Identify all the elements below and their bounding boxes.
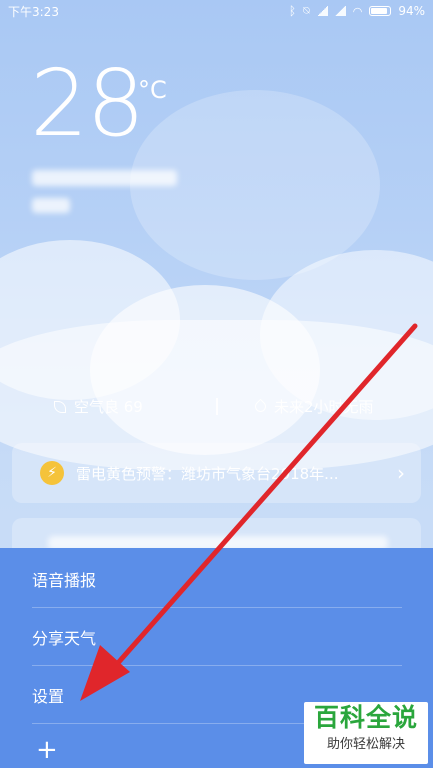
watermark-title: 百科全说 [313, 703, 418, 732]
blurred-location-text [32, 170, 177, 186]
lightning-icon: ⚡ [40, 461, 64, 485]
battery-percent: 94% [398, 4, 425, 18]
menu-item-voice-broadcast[interactable]: 语音播报 [32, 550, 402, 608]
menu-item-label: 分享天气 [32, 628, 97, 648]
status-time: 下午3:23 [8, 4, 59, 19]
wifi-icon: ◠ [352, 4, 363, 18]
bluetooth-icon: ᛒ [288, 4, 297, 18]
battery-icon [369, 6, 392, 16]
rain-forecast-text: 未来2小时无雨 [274, 398, 374, 416]
signal-icon [316, 6, 328, 16]
air-quality-text: 空气良 69 [74, 398, 143, 416]
temperature-unit: °C [138, 76, 167, 104]
menu-item-label: 语音播报 [32, 570, 97, 590]
air-quality[interactable]: 空气良 69 [54, 396, 143, 417]
weather-screen: 下午3:23 ᛒ ⍉ ◠ 94% 28 °C 空气良 69 未来2小时无雨 ⚡ … [0, 0, 433, 768]
signal-icon [334, 6, 346, 16]
watermark-logo: 百科全说 助你轻松解决 [304, 702, 428, 764]
leaf-icon [54, 400, 66, 413]
divider [216, 398, 218, 415]
watermark-subtitle: 助你轻松解决 [326, 737, 405, 752]
add-city-button[interactable]: + [36, 737, 58, 763]
alert-text: 雷电黄色预警：潍坊市气象台2018年... [76, 464, 339, 483]
rain-forecast[interactable]: 未来2小时无雨 [252, 396, 374, 417]
chevron-right-icon: › [397, 461, 405, 485]
status-bar: 下午3:23 ᛒ ⍉ ◠ 94% [0, 0, 433, 22]
status-icons: ᛒ ⍉ ◠ 94% [289, 4, 425, 18]
menu-item-share-weather[interactable]: 分享天气 [32, 608, 402, 666]
temperature-value: 28 [30, 50, 145, 157]
weather-alert-card[interactable]: ⚡ 雷电黄色预警：潍坊市气象台2018年... › [12, 443, 421, 503]
raindrop-icon [252, 398, 269, 415]
menu-item-label: 设置 [32, 686, 65, 706]
blurred-condition-text [32, 198, 70, 213]
weather-info-row: 空气良 69 未来2小时无雨 [0, 396, 433, 420]
mute-icon: ⍉ [303, 4, 310, 17]
